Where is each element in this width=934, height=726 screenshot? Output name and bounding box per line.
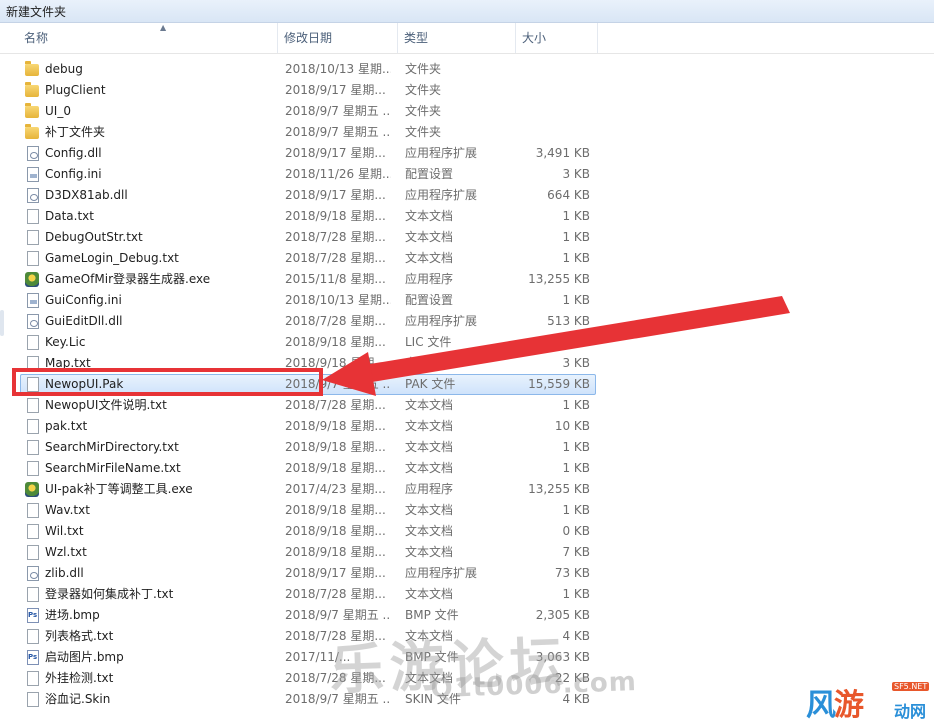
watermark: 乐游论坛 Q1t0006.com — [328, 614, 661, 725]
logo-sub: 动网 — [894, 702, 927, 721]
annotation-arrow-icon — [322, 296, 790, 396]
site-logo: 风游 SF5.NET 动网 — [806, 678, 934, 723]
arrow-head — [322, 352, 376, 396]
logo-char-b: 游 — [834, 688, 864, 723]
logo-char-a: 风 — [806, 688, 836, 723]
watermark-url: Q1t0006.com — [430, 667, 638, 705]
logo-tag: SF5.NET — [892, 682, 930, 691]
arrow-shaft — [358, 296, 790, 383]
